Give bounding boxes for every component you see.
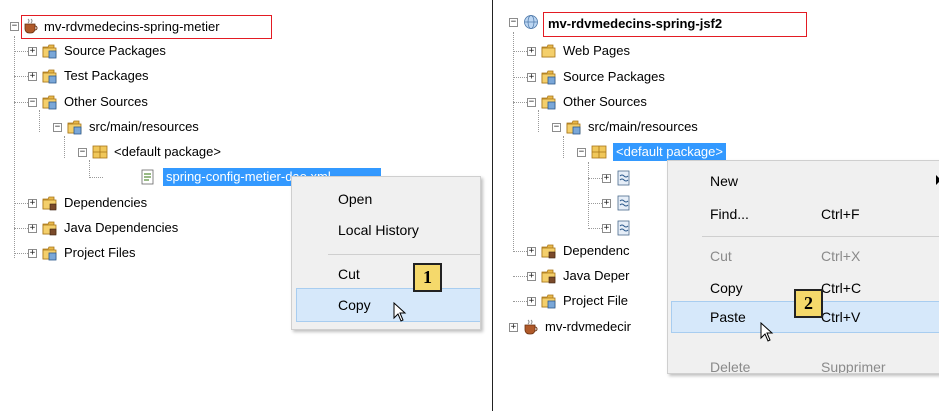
source-packages-icon <box>42 44 57 59</box>
tree-item-web-pages[interactable]: Web Pages <box>563 42 630 60</box>
menu-item-paste[interactable]: Paste <box>710 309 746 325</box>
expand-toggle[interactable]: + <box>527 73 536 82</box>
collapse-toggle[interactable]: − <box>53 123 62 132</box>
tree-item-project-files[interactable]: Project File <box>563 292 628 310</box>
cursor-icon <box>760 322 773 342</box>
collapse-toggle[interactable]: − <box>577 148 586 157</box>
menu-separator <box>702 236 939 237</box>
tree-item-source-packages[interactable]: Source Packages <box>64 42 166 60</box>
menu-shortcut-delete: Supprimer <box>821 359 886 374</box>
java-dependencies-icon <box>541 269 556 284</box>
tree-item-other-sources[interactable]: Other Sources <box>64 93 148 111</box>
file-icon <box>617 170 630 186</box>
expand-toggle[interactable]: + <box>28 72 37 81</box>
expand-toggle[interactable]: + <box>28 47 37 56</box>
other-sources-icon <box>42 95 57 110</box>
menu-item-find[interactable]: Find... <box>710 206 749 222</box>
tree-item-default-package[interactable]: <default package> <box>613 143 726 161</box>
tree-item-java-dependencies[interactable]: Java Dependencies <box>64 219 178 237</box>
step-badge: 2 <box>794 289 823 318</box>
tree-item-other-sources[interactable]: Other Sources <box>563 93 647 111</box>
xml-file-icon <box>141 169 154 185</box>
collapse-toggle[interactable]: − <box>527 98 536 107</box>
cursor-icon <box>393 302 406 322</box>
menu-item-delete[interactable]: Delete <box>710 359 750 373</box>
other-sources-icon <box>541 95 556 110</box>
collapse-toggle[interactable]: − <box>10 22 19 31</box>
project-node-metier[interactable]: mv-rdvmedecins-spring-metier <box>44 18 220 36</box>
package-icon <box>591 145 607 159</box>
project-files-icon <box>42 246 57 261</box>
web-pages-icon <box>541 44 556 58</box>
menu-shortcut-cut: Ctrl+X <box>821 248 861 264</box>
file-icon <box>617 195 630 211</box>
menu-separator <box>328 254 480 255</box>
test-packages-icon <box>42 69 57 84</box>
menu-item-open[interactable]: Open <box>338 191 372 207</box>
menu-item-copy[interactable]: Copy <box>710 280 743 296</box>
panel-divider <box>492 0 493 411</box>
expand-toggle[interactable]: + <box>28 249 37 258</box>
menu-shortcut-paste: Ctrl+V <box>821 309 861 325</box>
menu-shortcut-find: Ctrl+F <box>821 206 860 222</box>
tree-item-source-packages[interactable]: Source Packages <box>563 68 665 86</box>
resources-folder-icon <box>67 120 82 135</box>
step-badge: 1 <box>413 263 442 292</box>
menu-item-cut[interactable]: Cut <box>710 248 732 264</box>
package-icon <box>92 145 108 159</box>
expand-toggle[interactable]: + <box>602 199 611 208</box>
menu-shortcut-copy: Ctrl+C <box>821 280 862 296</box>
tree-item-test-packages[interactable]: Test Packages <box>64 67 149 85</box>
tree-item-java-dependencies[interactable]: Java Deper <box>563 267 629 285</box>
tree-item-dependencies[interactable]: Dependencies <box>64 194 147 212</box>
tree-item-resources[interactable]: src/main/resources <box>89 118 199 136</box>
menu-item-new[interactable]: New <box>710 173 738 189</box>
dependencies-icon <box>541 244 556 259</box>
menu-item-copy[interactable]: Copy <box>338 297 371 313</box>
menu-item-cut[interactable]: Cut <box>338 266 360 282</box>
dependencies-icon <box>42 196 57 211</box>
expand-toggle[interactable]: + <box>527 247 536 256</box>
resources-folder-icon <box>566 120 581 135</box>
expand-toggle[interactable]: + <box>602 224 611 233</box>
expand-toggle[interactable]: + <box>509 323 518 332</box>
tree-item-other-project[interactable]: mv-rdvmedecir <box>545 318 631 336</box>
tree-item-default-package[interactable]: <default package> <box>114 143 221 161</box>
collapse-toggle[interactable]: − <box>78 148 87 157</box>
menu-item-local-history[interactable]: Local History <box>338 222 419 238</box>
expand-toggle[interactable]: + <box>527 297 536 306</box>
expand-toggle[interactable]: + <box>527 47 536 56</box>
project-node-jsf2[interactable]: mv-rdvmedecins-spring-jsf2 <box>548 15 722 33</box>
expand-toggle[interactable]: + <box>527 272 536 281</box>
java-dependencies-icon <box>42 221 57 236</box>
file-icon <box>617 220 630 236</box>
maven-project-icon <box>524 319 538 335</box>
expand-toggle[interactable]: + <box>28 199 37 208</box>
left-context-menu: Open Local History Cut Copy <box>291 176 481 330</box>
menu-item-highlight <box>296 288 480 322</box>
tree-item-project-files[interactable]: Project Files <box>64 244 136 262</box>
expand-toggle[interactable]: + <box>602 174 611 183</box>
collapse-toggle[interactable]: − <box>552 123 561 132</box>
right-context-menu: New Find... Ctrl+F Cut Ctrl+X Copy Ctrl+… <box>667 160 939 374</box>
tree-item-resources[interactable]: src/main/resources <box>588 118 698 136</box>
collapse-toggle[interactable]: − <box>509 18 518 27</box>
expand-toggle[interactable]: + <box>28 224 37 233</box>
source-packages-icon <box>541 70 556 85</box>
tree-item-dependencies[interactable]: Dependenc <box>563 242 630 260</box>
web-project-icon <box>524 15 538 29</box>
collapse-toggle[interactable]: − <box>28 98 37 107</box>
project-files-icon <box>541 294 556 309</box>
